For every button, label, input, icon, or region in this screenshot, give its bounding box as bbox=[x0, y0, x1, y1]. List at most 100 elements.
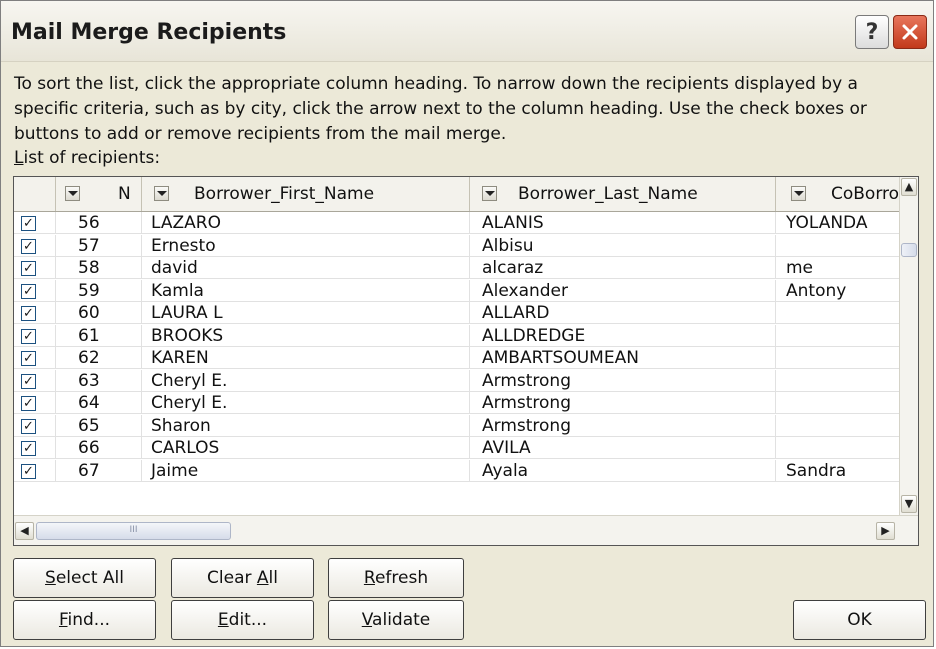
cell-last-name: Albisu bbox=[470, 234, 776, 257]
recipient-checkbox[interactable]: ✓ bbox=[21, 373, 36, 389]
table-row[interactable]: ✓ 66 CARLOS AVILA bbox=[14, 437, 899, 460]
recipient-checkbox[interactable]: ✓ bbox=[21, 283, 36, 299]
cell-last-name: Armstrong bbox=[470, 392, 776, 414]
close-icon bbox=[902, 24, 918, 40]
cell-coborrower bbox=[776, 415, 899, 437]
select-all-button[interactable]: Select All bbox=[13, 558, 156, 598]
help-button[interactable]: ? bbox=[855, 15, 889, 49]
cell-n: 61 bbox=[56, 324, 142, 347]
vertical-scroll-thumb[interactable] bbox=[901, 243, 917, 257]
cell-n: 63 bbox=[56, 369, 142, 392]
filter-dropdown-icon[interactable] bbox=[791, 186, 806, 201]
cell-n: 60 bbox=[56, 302, 142, 324]
cell-n: 58 bbox=[56, 257, 142, 279]
recipient-checkbox[interactable]: ✓ bbox=[21, 396, 36, 411]
recipient-checkbox[interactable]: ✓ bbox=[21, 238, 36, 254]
cell-n: 66 bbox=[56, 437, 142, 459]
recipient-checkbox[interactable]: ✓ bbox=[21, 306, 36, 321]
list-of-recipients-label: List of recipients: bbox=[14, 148, 161, 168]
vertical-scrollbar[interactable]: ▲ ▼ bbox=[899, 177, 918, 515]
recipient-checkbox[interactable]: ✓ bbox=[21, 463, 36, 479]
table-row[interactable]: ✓ 65 Sharon Armstrong bbox=[14, 414, 899, 438]
cell-last-name: ALLDREDGE bbox=[470, 324, 776, 347]
mail-merge-recipients-dialog: Mail Merge Recipients ? To sort the list… bbox=[0, 0, 934, 647]
cell-first-name: Jaime bbox=[142, 459, 470, 482]
recipient-checkbox[interactable]: ✓ bbox=[21, 351, 36, 366]
recipient-checkbox[interactable]: ✓ bbox=[21, 441, 36, 456]
recipient-checkbox[interactable]: ✓ bbox=[21, 216, 36, 231]
recipients-grid: N Borrower_First_Name Borrower_Last_Name… bbox=[13, 176, 919, 546]
filter-dropdown-icon[interactable] bbox=[154, 186, 169, 201]
dialog-title: Mail Merge Recipients bbox=[11, 20, 287, 45]
header-checkbox-column[interactable] bbox=[14, 177, 56, 211]
cell-n: 62 bbox=[56, 347, 142, 369]
cell-n: 64 bbox=[56, 392, 142, 414]
cell-coborrower bbox=[776, 302, 899, 324]
close-button[interactable] bbox=[893, 15, 927, 49]
cell-coborrower: me bbox=[776, 257, 899, 279]
cell-n: 67 bbox=[56, 459, 142, 482]
recipient-checkbox[interactable]: ✓ bbox=[21, 328, 36, 344]
cell-coborrower: Sandra bbox=[776, 460, 899, 482]
filter-dropdown-icon[interactable] bbox=[65, 186, 80, 201]
table-row[interactable]: ✓ 64 Cheryl E. Armstrong bbox=[14, 392, 899, 415]
cell-coborrower bbox=[776, 235, 899, 257]
cell-first-name: Sharon bbox=[142, 414, 470, 437]
scroll-right-arrow-icon[interactable]: ▶ bbox=[876, 522, 895, 540]
cell-coborrower: Antony bbox=[776, 280, 899, 302]
table-row[interactable]: ✓ 59 Kamla Alexander Antony bbox=[14, 279, 899, 303]
cell-last-name: AMBARTSOUMEAN bbox=[470, 347, 776, 369]
cell-last-name: AVILA bbox=[470, 437, 776, 459]
cell-n: 57 bbox=[56, 234, 142, 257]
column-header-row: N Borrower_First_Name Borrower_Last_Name… bbox=[14, 177, 899, 212]
cell-last-name: Armstrong bbox=[470, 369, 776, 392]
column-header-borrower-first-name[interactable]: Borrower_First_Name bbox=[142, 177, 470, 211]
cell-first-name: LAURA L bbox=[142, 302, 470, 324]
cell-first-name: Cheryl E. bbox=[142, 369, 470, 392]
cell-coborrower bbox=[776, 325, 899, 347]
find-button[interactable]: Find... bbox=[13, 600, 156, 640]
edit-button[interactable]: Edit... bbox=[171, 600, 314, 640]
table-row[interactable]: ✓ 60 LAURA L ALLARD bbox=[14, 302, 899, 325]
cell-last-name: Alexander bbox=[470, 279, 776, 302]
table-row[interactable]: ✓ 63 Cheryl E. Armstrong bbox=[14, 369, 899, 393]
table-row[interactable]: ✓ 62 KAREN AMBARTSOUMEAN bbox=[14, 347, 899, 370]
ok-button[interactable]: OK bbox=[793, 600, 926, 640]
scroll-down-arrow-icon[interactable]: ▼ bbox=[901, 495, 917, 513]
scroll-up-arrow-icon[interactable]: ▲ bbox=[901, 178, 917, 196]
cell-first-name: Kamla bbox=[142, 279, 470, 302]
recipient-checkbox[interactable]: ✓ bbox=[21, 261, 36, 276]
cell-first-name: david bbox=[142, 257, 470, 279]
validate-button[interactable]: Validate bbox=[328, 600, 464, 640]
cell-last-name: ALANIS bbox=[470, 212, 776, 234]
table-row[interactable]: ✓ 56 LAZARO ALANIS YOLANDA bbox=[14, 212, 899, 235]
column-header-borrower-last-name[interactable]: Borrower_Last_Name bbox=[470, 177, 776, 211]
horizontal-scrollbar[interactable]: ◀ III ▶ bbox=[14, 515, 918, 545]
horizontal-scroll-thumb[interactable]: III bbox=[36, 522, 231, 540]
cell-last-name: Ayala bbox=[470, 459, 776, 482]
cell-coborrower bbox=[776, 347, 899, 369]
column-header-n[interactable]: N bbox=[56, 177, 142, 211]
cell-last-name: Armstrong bbox=[470, 414, 776, 437]
title-bar: Mail Merge Recipients ? bbox=[1, 1, 933, 62]
cell-last-name: ALLARD bbox=[470, 302, 776, 324]
filter-dropdown-icon[interactable] bbox=[482, 186, 497, 201]
column-header-coborrower[interactable]: CoBorrow bbox=[776, 177, 899, 211]
recipient-rows: ✓ 56 LAZARO ALANIS YOLANDA ✓ 57 Ernesto Albisu … bbox=[14, 212, 899, 512]
cell-first-name: CARLOS bbox=[142, 437, 470, 459]
cell-n: 56 bbox=[56, 212, 142, 234]
table-row[interactable]: ✓ 57 Ernesto Albisu bbox=[14, 234, 899, 258]
recipient-checkbox[interactable]: ✓ bbox=[21, 418, 36, 434]
refresh-button[interactable]: Refresh bbox=[328, 558, 464, 598]
cell-coborrower bbox=[776, 392, 899, 414]
cell-first-name: Ernesto bbox=[142, 234, 470, 257]
table-row[interactable]: ✓ 61 BROOKS ALLDREDGE bbox=[14, 324, 899, 348]
table-row[interactable]: ✓ 58 david alcaraz me bbox=[14, 257, 899, 280]
cell-last-name: alcaraz bbox=[470, 257, 776, 279]
cell-n: 59 bbox=[56, 279, 142, 302]
clear-all-button[interactable]: Clear All bbox=[171, 558, 314, 598]
cell-first-name: BROOKS bbox=[142, 324, 470, 347]
scroll-left-arrow-icon[interactable]: ◀ bbox=[15, 522, 34, 540]
table-row[interactable]: ✓ 67 Jaime Ayala Sandra bbox=[14, 459, 899, 483]
cell-coborrower: YOLANDA bbox=[776, 212, 899, 234]
